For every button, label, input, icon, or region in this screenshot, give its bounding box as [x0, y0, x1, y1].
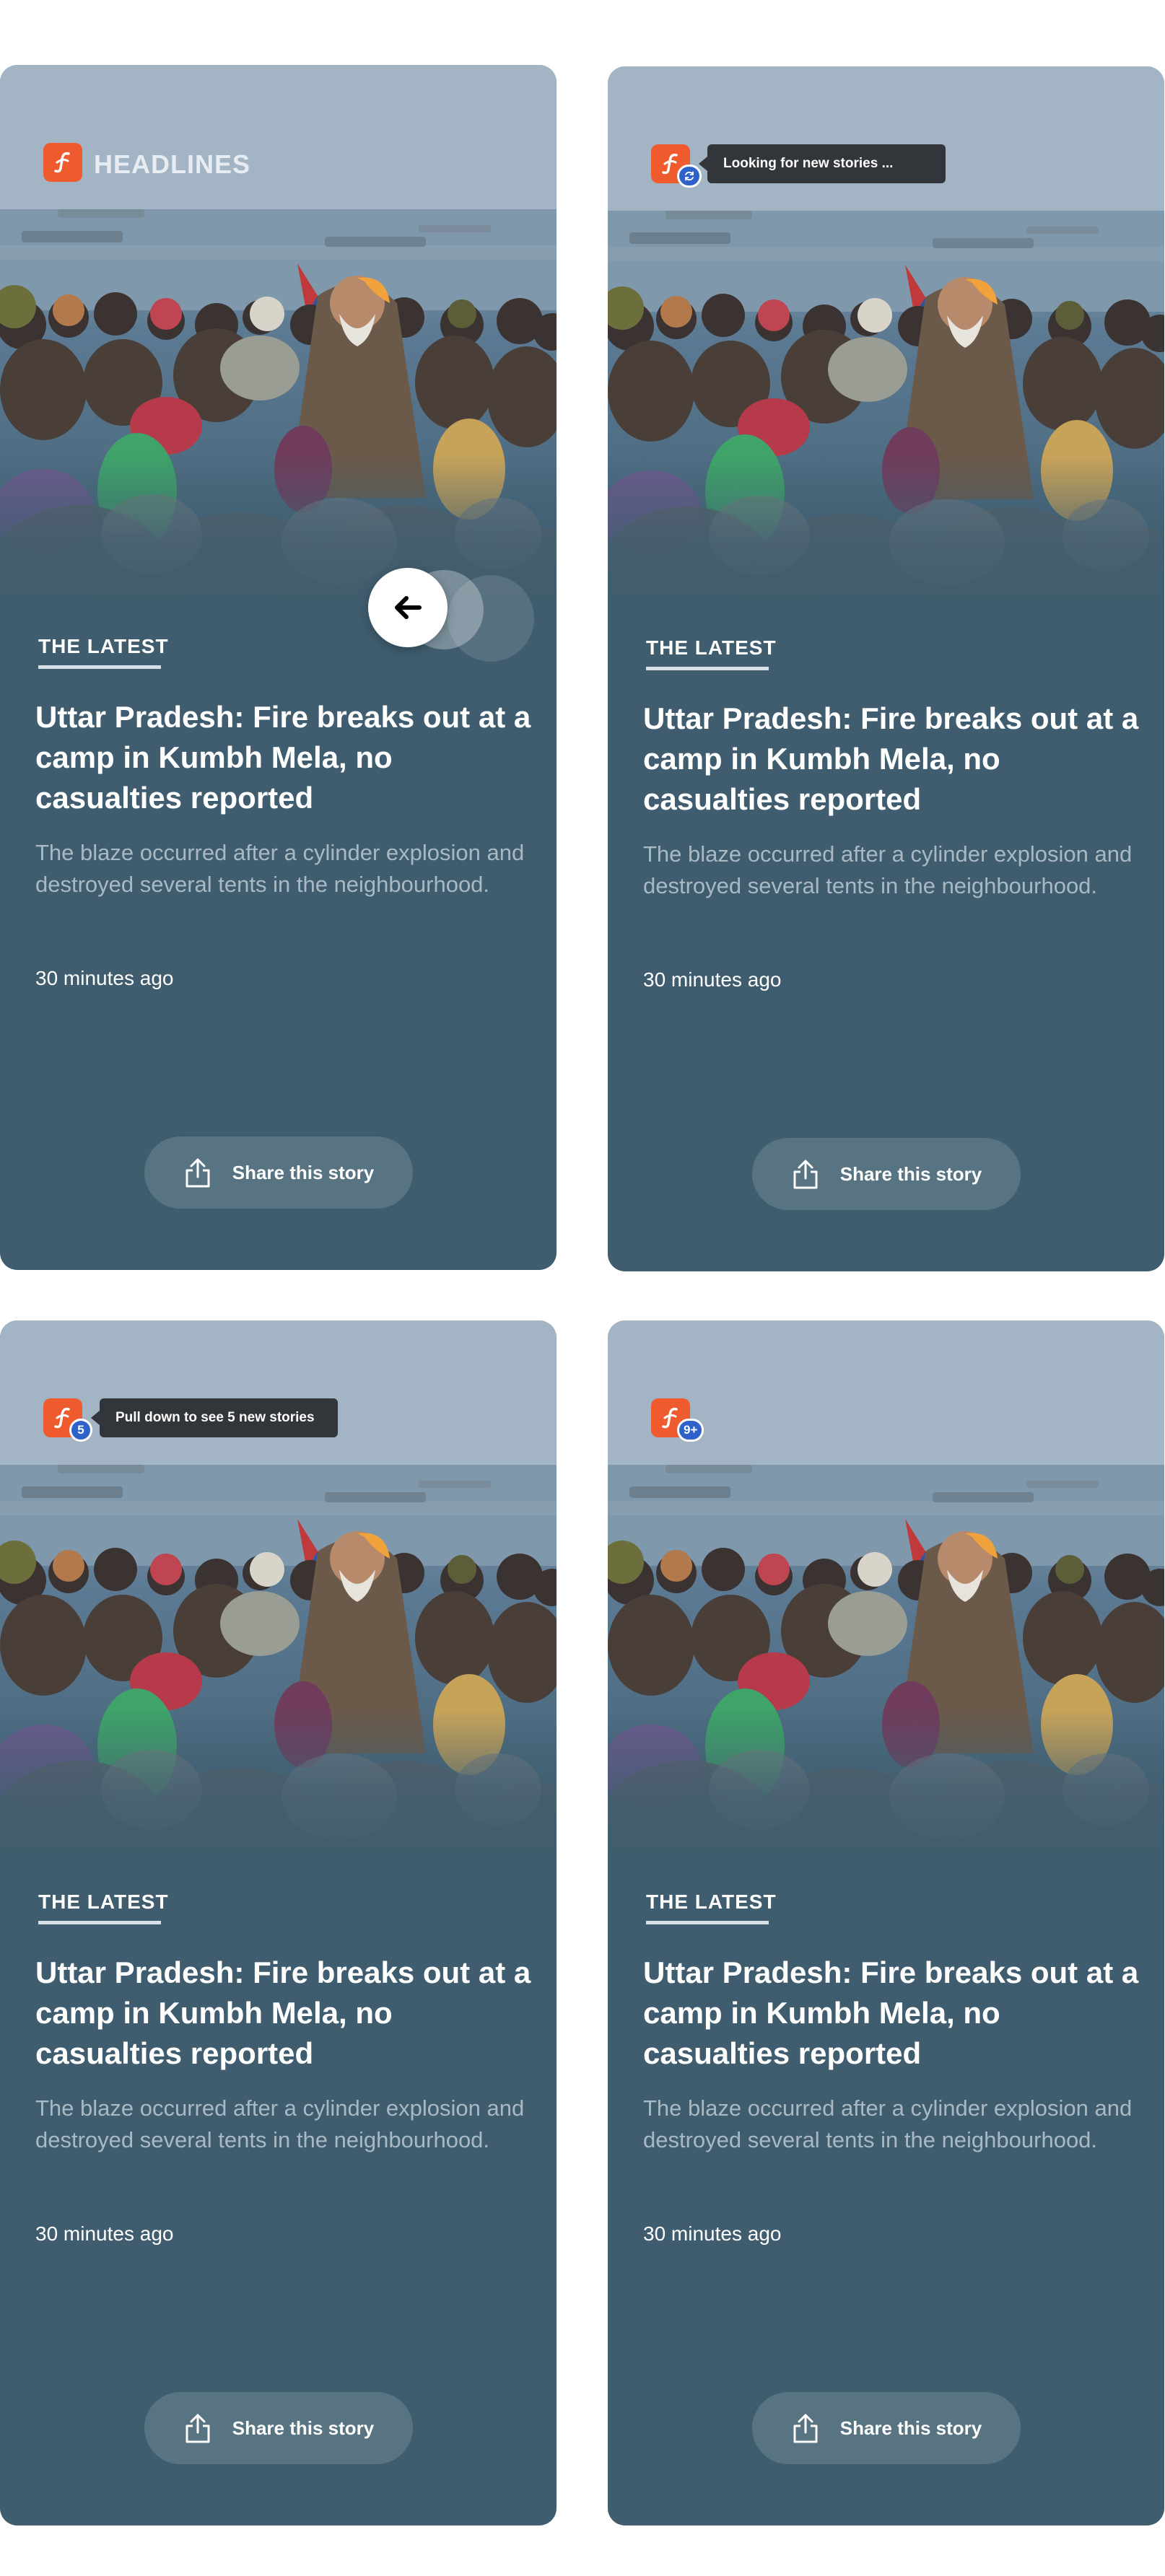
section-label: THE LATEST: [646, 1891, 777, 1913]
loading-badge: [677, 165, 702, 188]
new-stories-badge: 9+: [677, 1419, 704, 1442]
app-logo-icon[interactable]: [43, 143, 82, 182]
refresh-icon: [685, 171, 694, 181]
story-timestamp: 30 minutes ago: [643, 2222, 782, 2245]
story-timestamp: 30 minutes ago: [643, 968, 782, 991]
story-headline[interactable]: Uttar Pradesh: Fire breaks out at a camp…: [643, 1953, 1148, 2074]
share-button-label: Share this story: [232, 1161, 375, 1183]
story-summary: The blaze occurred after a cylinder expl…: [35, 2095, 525, 2152]
story-photo: [608, 1320, 1164, 1869]
story-card-many-new-stories[interactable]: 9+ THE LATEST Uttar Pradesh: Fire breaks…: [608, 1320, 1164, 2525]
share-button[interactable]: Share this story: [144, 1136, 413, 1209]
share-icon: [793, 2414, 818, 2443]
section-underline: [38, 665, 161, 669]
share-icon: [186, 2414, 210, 2443]
section-label: THE LATEST: [38, 1891, 169, 1913]
story-summary: The blaze occurred after a cylinder expl…: [643, 2095, 1133, 2152]
share-icon: [793, 1160, 818, 1189]
loading-tooltip: Looking for new stories ...: [699, 144, 946, 183]
story-headline[interactable]: Uttar Pradesh: Fire breaks out at a camp…: [35, 697, 541, 818]
new-stories-tooltip[interactable]: Pull down to see 5 new stories: [91, 1398, 338, 1437]
share-button[interactable]: Share this story: [752, 1138, 1021, 1210]
new-stories-badge: 5: [69, 1419, 92, 1442]
story-card-loading[interactable]: Looking for new stories ... THE LATEST U…: [608, 66, 1164, 1271]
story-card-default[interactable]: HEADLINES THE LATEST Uttar Pradesh: Fire…: [0, 65, 557, 1270]
story-photo: [0, 65, 557, 613]
section-label: THE LATEST: [38, 635, 169, 657]
story-headline[interactable]: Uttar Pradesh: Fire breaks out at a camp…: [35, 1953, 541, 2074]
share-button[interactable]: Share this story: [144, 2392, 413, 2464]
story-timestamp: 30 minutes ago: [35, 2222, 174, 2245]
story-card-new-stories[interactable]: 5 Pull down to see 5 new stories THE LAT…: [0, 1320, 557, 2525]
story-summary: The blaze occurred after a cylinder expl…: [643, 841, 1133, 898]
arrow-left-icon: [395, 596, 422, 619]
share-button-label: Share this story: [839, 1162, 982, 1185]
swipe-hint-button[interactable]: [368, 568, 448, 647]
share-button-label: Share this story: [232, 2417, 375, 2439]
section-label: THE LATEST: [646, 636, 777, 659]
share-icon: [186, 1158, 210, 1188]
story-timestamp: 30 minutes ago: [35, 967, 174, 989]
brand-name: HEADLINES: [94, 149, 251, 179]
section-underline: [646, 667, 769, 670]
section-underline: [38, 1921, 161, 1924]
section-underline: [646, 1921, 769, 1924]
story-summary: The blaze occurred after a cylinder expl…: [35, 840, 525, 897]
share-button[interactable]: Share this story: [752, 2392, 1021, 2464]
share-button-label: Share this story: [839, 2417, 982, 2439]
story-headline[interactable]: Uttar Pradesh: Fire breaks out at a camp…: [643, 698, 1148, 820]
